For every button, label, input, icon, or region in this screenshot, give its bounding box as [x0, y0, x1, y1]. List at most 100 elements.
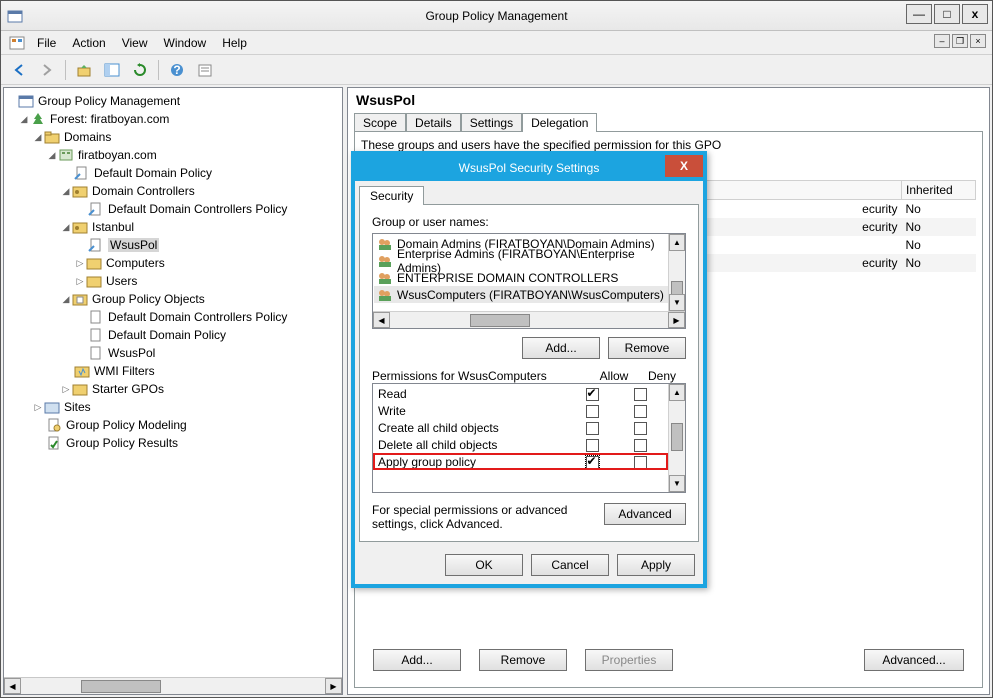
back-button[interactable]: [7, 58, 31, 82]
mdi-minimize-button[interactable]: –: [934, 34, 950, 48]
up-button[interactable]: [72, 58, 96, 82]
tree-starter[interactable]: Starter GPOs: [92, 382, 164, 396]
create-deny-checkbox[interactable]: [634, 422, 647, 435]
scroll-thumb[interactable]: [671, 423, 683, 451]
delegation-advanced-button[interactable]: Advanced...: [864, 649, 964, 671]
permissions-listbox[interactable]: Read Write Create all child objects Dele…: [372, 383, 686, 493]
cancel-button[interactable]: Cancel: [531, 554, 609, 576]
group-names-listbox[interactable]: Domain Admins (FIRATBOYAN\Domain Admins)…: [372, 233, 686, 329]
wmi-icon: [74, 363, 90, 379]
apply-button[interactable]: Apply: [617, 554, 695, 576]
tab-scope[interactable]: Scope: [354, 113, 406, 132]
group-item-selected[interactable]: WsusComputers (FIRATBOYAN\WsusComputers): [397, 288, 664, 302]
twisty-open-icon[interactable]: ◢: [60, 222, 72, 233]
twisty-closed-icon[interactable]: ▷: [32, 402, 44, 413]
tree-modeling[interactable]: Group Policy Modeling: [66, 418, 187, 432]
tree-users[interactable]: Users: [106, 274, 137, 288]
dialog-advanced-button[interactable]: Advanced: [604, 503, 686, 525]
group-vscrollbar[interactable]: ▲ ▼: [668, 234, 685, 311]
write-deny-checkbox[interactable]: [634, 405, 647, 418]
ou-icon: [86, 255, 102, 271]
twisty-closed-icon[interactable]: ▷: [74, 258, 86, 269]
scroll-thumb[interactable]: [81, 680, 161, 693]
tab-details[interactable]: Details: [406, 113, 461, 132]
tree-hscrollbar[interactable]: ◀ ▶: [4, 677, 342, 694]
mdi-close-button[interactable]: ×: [970, 34, 986, 48]
mdi-restore-button[interactable]: ❐: [952, 34, 968, 48]
tab-delegation[interactable]: Delegation: [522, 113, 597, 132]
scroll-thumb[interactable]: [470, 314, 530, 327]
dialog-close-button[interactable]: X: [665, 155, 703, 177]
scroll-left-icon[interactable]: ◀: [373, 312, 390, 328]
scroll-right-icon[interactable]: ▶: [325, 678, 342, 694]
create-allow-checkbox[interactable]: [586, 422, 599, 435]
twisty-closed-icon[interactable]: ▷: [60, 384, 72, 395]
scroll-up-icon[interactable]: ▲: [669, 234, 685, 251]
tree-forest[interactable]: Forest: firatboyan.com: [50, 112, 169, 126]
menu-view[interactable]: View: [114, 34, 156, 52]
close-button[interactable]: x: [962, 4, 988, 24]
titlebar: Group Policy Management — □ x: [1, 1, 992, 31]
tree-wsuspol[interactable]: WsusPol: [108, 238, 159, 252]
delete-allow-checkbox[interactable]: [586, 439, 599, 452]
scroll-left-icon[interactable]: ◀: [4, 678, 21, 694]
menu-help[interactable]: Help: [214, 34, 255, 52]
minimize-button[interactable]: —: [906, 4, 932, 24]
refresh-button[interactable]: [128, 58, 152, 82]
write-allow-checkbox[interactable]: [586, 405, 599, 418]
delegation-add-button[interactable]: Add...: [373, 649, 461, 671]
tree-domains[interactable]: Domains: [64, 130, 111, 144]
results-icon: [46, 435, 62, 451]
options-button[interactable]: [193, 58, 217, 82]
help-button[interactable]: ?: [165, 58, 189, 82]
tree-pane[interactable]: Group Policy Management ◢ Forest: firatbo…: [3, 87, 343, 695]
tree-ddp[interactable]: Default Domain Policy: [94, 166, 212, 180]
scroll-right-icon[interactable]: ▶: [668, 312, 685, 328]
group-hscrollbar[interactable]: ◀ ▶: [373, 311, 685, 328]
menu-file[interactable]: File: [29, 34, 64, 52]
tree-dc[interactable]: Domain Controllers: [92, 184, 195, 198]
scroll-down-icon[interactable]: ▼: [669, 294, 685, 311]
dialog-remove-button[interactable]: Remove: [608, 337, 686, 359]
twisty-open-icon[interactable]: ◢: [60, 186, 72, 197]
tab-settings[interactable]: Settings: [461, 113, 522, 132]
toolbar: ?: [1, 55, 992, 85]
tree-gpo[interactable]: Group Policy Objects: [92, 292, 205, 306]
ok-button[interactable]: OK: [445, 554, 523, 576]
perm-vscrollbar[interactable]: ▲ ▼: [668, 384, 685, 492]
tree-sites[interactable]: Sites: [64, 400, 91, 414]
tree-domain[interactable]: firatboyan.com: [78, 148, 157, 162]
delegation-properties-button: Properties: [585, 649, 673, 671]
tree-gpo-ddp[interactable]: Default Domain Policy: [108, 328, 226, 342]
app-window: Group Policy Management — □ x File Actio…: [0, 0, 993, 698]
twisty-open-icon[interactable]: ◢: [32, 132, 44, 143]
dialog-titlebar[interactable]: WsusPol Security Settings X: [355, 155, 703, 181]
tree-wmi[interactable]: WMI Filters: [94, 364, 155, 378]
tree-root[interactable]: Group Policy Management: [38, 94, 180, 108]
tree-computers[interactable]: Computers: [106, 256, 165, 270]
twisty-open-icon[interactable]: ◢: [18, 114, 30, 125]
dialog-add-button[interactable]: Add...: [522, 337, 600, 359]
col-inherited[interactable]: Inherited: [902, 181, 976, 200]
tree-gpo-ddcp[interactable]: Default Domain Controllers Policy: [108, 310, 287, 324]
tree-gpo-wsuspol[interactable]: WsusPol: [108, 346, 155, 360]
menu-window[interactable]: Window: [156, 34, 215, 52]
menu-action[interactable]: Action: [64, 34, 113, 52]
twisty-open-icon[interactable]: ◢: [46, 150, 58, 161]
maximize-button[interactable]: □: [934, 4, 960, 24]
twisty-closed-icon[interactable]: ▷: [74, 276, 86, 287]
read-deny-checkbox[interactable]: [634, 388, 647, 401]
delete-deny-checkbox[interactable]: [634, 439, 647, 452]
group-item[interactable]: ENTERPRISE DOMAIN CONTROLLERS: [397, 271, 618, 285]
delegation-remove-button[interactable]: Remove: [479, 649, 567, 671]
read-allow-checkbox[interactable]: [586, 388, 599, 401]
scroll-up-icon[interactable]: ▲: [669, 384, 685, 401]
show-hide-tree-button[interactable]: [100, 58, 124, 82]
tree-ddcp[interactable]: Default Domain Controllers Policy: [108, 202, 287, 216]
tree-istanbul[interactable]: Istanbul: [92, 220, 134, 234]
scroll-down-icon[interactable]: ▼: [669, 475, 685, 492]
tab-security[interactable]: Security: [359, 186, 424, 205]
twisty-open-icon[interactable]: ◢: [60, 294, 72, 305]
forward-button[interactable]: [35, 58, 59, 82]
tree-results[interactable]: Group Policy Results: [66, 436, 178, 450]
